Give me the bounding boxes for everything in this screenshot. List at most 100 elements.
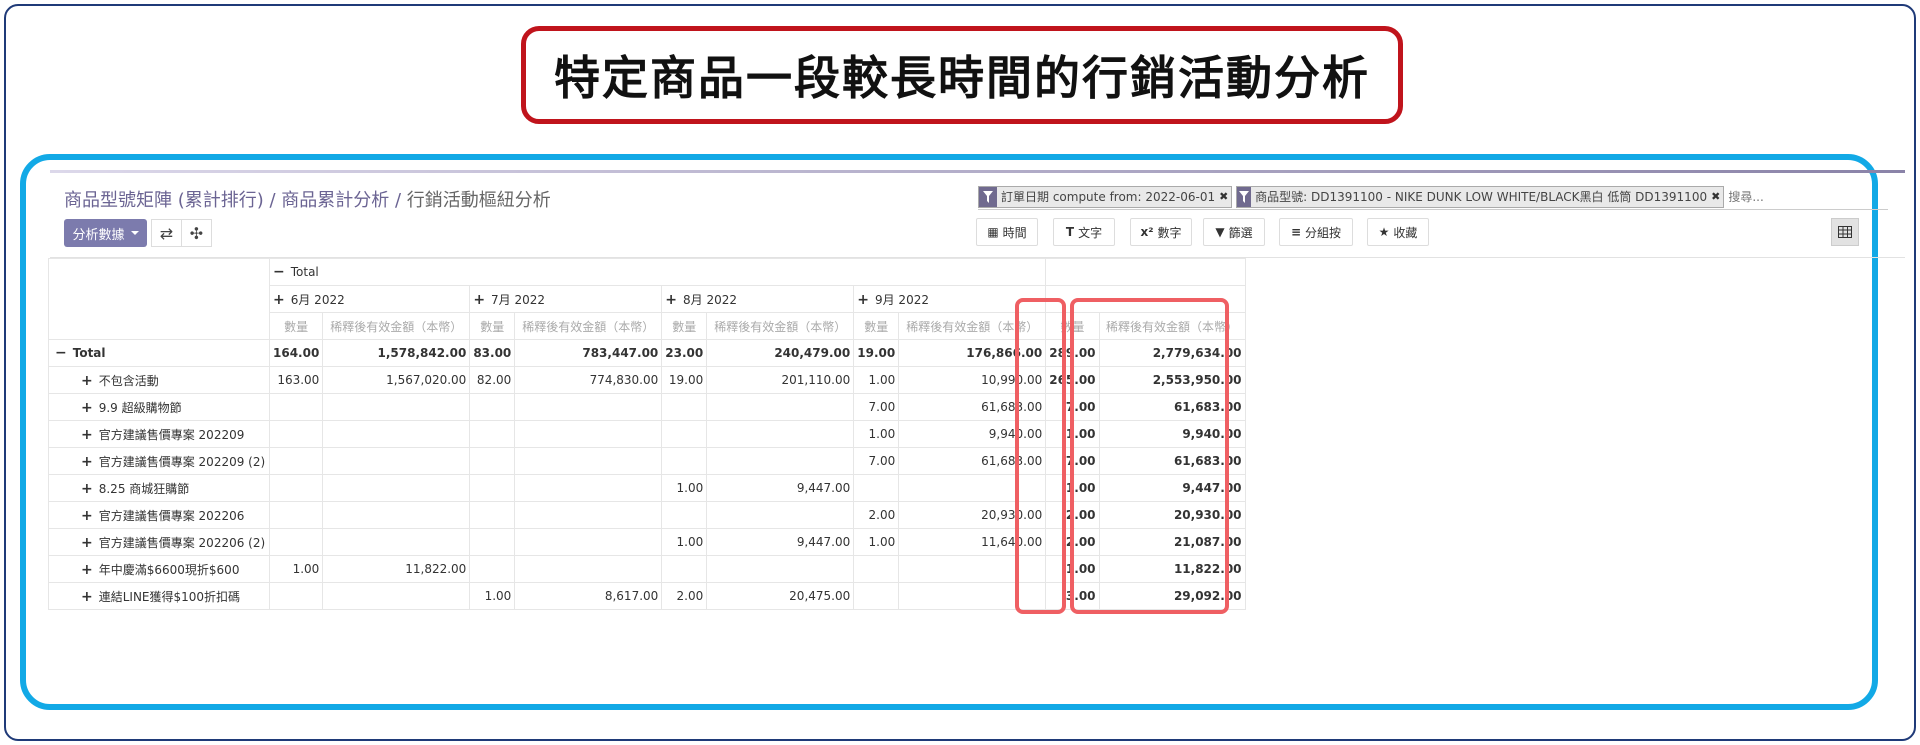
table-cell[interactable] bbox=[853, 555, 900, 583]
table-cell[interactable] bbox=[706, 420, 855, 448]
table-cell[interactable] bbox=[322, 501, 471, 529]
table-cell[interactable]: 82.00 bbox=[469, 366, 516, 394]
col-header-total[interactable]: − Total bbox=[268, 258, 1047, 286]
breadcrumb-item-matrix[interactable]: 商品型號矩陣 (累計排行) bbox=[64, 190, 264, 211]
row-header[interactable]: +9.9 超級購物節 bbox=[48, 393, 270, 421]
close-icon[interactable]: ✖ bbox=[1711, 190, 1723, 203]
table-cell[interactable]: 1.00 bbox=[661, 528, 708, 556]
table-cell[interactable] bbox=[661, 555, 708, 583]
measure-header-qty[interactable]: 數量 bbox=[661, 312, 708, 340]
table-cell[interactable]: 19.00 bbox=[853, 339, 900, 367]
table-cell[interactable] bbox=[268, 528, 324, 556]
table-cell[interactable]: 774,830.00 bbox=[514, 366, 663, 394]
row-header[interactable]: + 官方建議售價專案 202206 bbox=[48, 501, 270, 529]
table-cell[interactable]: 2.00 bbox=[853, 501, 900, 529]
favorites-button[interactable]: ★ 收藏 bbox=[1367, 218, 1429, 246]
table-cell[interactable] bbox=[514, 447, 663, 475]
row-header[interactable]: + 官方建議售價專案 202209 (2) bbox=[48, 447, 270, 475]
table-cell[interactable] bbox=[322, 528, 471, 556]
row-header[interactable]: + 官方建議售價專案 202209 bbox=[48, 420, 270, 448]
pivot-view-button[interactable] bbox=[1831, 218, 1859, 246]
table-cell[interactable] bbox=[268, 582, 324, 610]
table-cell[interactable]: 1.00 bbox=[853, 528, 900, 556]
search-input[interactable] bbox=[1728, 189, 1849, 204]
table-cell[interactable] bbox=[661, 447, 708, 475]
table-cell[interactable] bbox=[322, 474, 471, 502]
table-cell[interactable] bbox=[469, 528, 516, 556]
filter-time-button[interactable]: ▦ 時間 bbox=[976, 218, 1038, 246]
col-header-month[interactable]: +6月 2022 bbox=[268, 285, 471, 313]
table-cell[interactable]: 7.00 bbox=[853, 447, 900, 475]
measure-header-amount[interactable]: 稀釋後有效金額（本幣） bbox=[514, 312, 663, 340]
measure-header-amount[interactable]: 稀釋後有效金額（本幣） bbox=[322, 312, 471, 340]
table-cell[interactable]: 2.00 bbox=[661, 582, 708, 610]
table-cell[interactable] bbox=[661, 420, 708, 448]
table-cell[interactable] bbox=[469, 474, 516, 502]
table-cell[interactable] bbox=[469, 447, 516, 475]
table-cell[interactable] bbox=[706, 555, 855, 583]
measures-dropdown-button[interactable]: 分析數據 bbox=[64, 219, 147, 247]
table-cell[interactable] bbox=[853, 474, 900, 502]
table-cell[interactable]: 19.00 bbox=[661, 366, 708, 394]
table-cell[interactable] bbox=[514, 420, 663, 448]
table-cell[interactable] bbox=[469, 393, 516, 421]
table-cell[interactable] bbox=[268, 447, 324, 475]
table-cell[interactable] bbox=[706, 447, 855, 475]
table-cell[interactable] bbox=[322, 393, 471, 421]
row-header[interactable]: + 官方建議售價專案 202206 (2) bbox=[48, 528, 270, 556]
table-cell[interactable] bbox=[661, 393, 708, 421]
breadcrumb-item-cumulative[interactable]: 商品累計分析 bbox=[281, 190, 389, 211]
table-cell[interactable] bbox=[268, 501, 324, 529]
flip-axis-button[interactable]: ⇄ bbox=[151, 219, 182, 247]
table-cell[interactable] bbox=[514, 555, 663, 583]
table-cell[interactable] bbox=[469, 501, 516, 529]
table-cell[interactable]: 83.00 bbox=[469, 339, 516, 367]
table-cell[interactable] bbox=[514, 474, 663, 502]
table-cell[interactable]: 1,578,842.00 bbox=[322, 339, 471, 367]
table-cell[interactable] bbox=[469, 555, 516, 583]
filters-button[interactable]: ▼ 篩選 bbox=[1203, 218, 1265, 246]
measure-header-amount[interactable]: 稀釋後有效金額（本幣） bbox=[706, 312, 855, 340]
table-cell[interactable] bbox=[514, 528, 663, 556]
table-cell[interactable]: 1,567,020.00 bbox=[322, 366, 471, 394]
col-header-month[interactable]: +7月 2022 bbox=[469, 285, 663, 313]
group-by-button[interactable]: ≡ 分組按 bbox=[1279, 218, 1353, 246]
table-cell[interactable] bbox=[268, 393, 324, 421]
measure-header-qty[interactable]: 數量 bbox=[469, 312, 516, 340]
row-header[interactable]: + 年中慶滿$6600現折$600 bbox=[48, 555, 270, 583]
table-cell[interactable]: 9,447.00 bbox=[706, 474, 855, 502]
search-facet-product[interactable]: 商品型號: DD1391100 - NIKE DUNK LOW WHITE/BL… bbox=[1236, 185, 1725, 208]
table-cell[interactable]: 1.00 bbox=[469, 582, 516, 610]
filter-text-button[interactable]: T 文字 bbox=[1053, 218, 1115, 246]
table-cell[interactable] bbox=[469, 420, 516, 448]
measure-header-qty[interactable]: 數量 bbox=[268, 312, 324, 340]
close-icon[interactable]: ✖ bbox=[1219, 190, 1231, 203]
table-cell[interactable]: 9,447.00 bbox=[706, 528, 855, 556]
table-cell[interactable] bbox=[514, 393, 663, 421]
table-cell[interactable]: 23.00 bbox=[661, 339, 708, 367]
table-cell[interactable] bbox=[706, 393, 855, 421]
table-cell[interactable]: 783,447.00 bbox=[514, 339, 663, 367]
table-cell[interactable] bbox=[322, 420, 471, 448]
table-cell[interactable]: 11,822.00 bbox=[322, 555, 471, 583]
table-cell[interactable] bbox=[268, 474, 324, 502]
table-cell[interactable] bbox=[322, 582, 471, 610]
table-cell[interactable]: 240,479.00 bbox=[706, 339, 855, 367]
table-cell[interactable] bbox=[514, 501, 663, 529]
table-cell[interactable]: 201,110.00 bbox=[706, 366, 855, 394]
measure-header-qty[interactable]: 數量 bbox=[853, 312, 900, 340]
table-cell[interactable] bbox=[853, 582, 900, 610]
row-header[interactable]: + 不包含活動 bbox=[48, 366, 270, 394]
table-cell[interactable]: 1.00 bbox=[661, 474, 708, 502]
table-cell[interactable]: 163.00 bbox=[268, 366, 324, 394]
table-cell[interactable] bbox=[322, 447, 471, 475]
table-cell[interactable]: 164.00 bbox=[268, 339, 324, 367]
col-header-month[interactable]: +8月 2022 bbox=[661, 285, 855, 313]
table-cell[interactable]: 20,475.00 bbox=[706, 582, 855, 610]
table-cell[interactable]: 1.00 bbox=[853, 366, 900, 394]
table-cell[interactable]: 8,617.00 bbox=[514, 582, 663, 610]
row-header[interactable]: +8.25 商城狂購節 bbox=[48, 474, 270, 502]
row-header[interactable]: − Total bbox=[48, 339, 270, 367]
table-cell[interactable]: 1.00 bbox=[853, 420, 900, 448]
row-header[interactable]: + 連結LINE獲得$100折扣碼 bbox=[48, 582, 270, 610]
